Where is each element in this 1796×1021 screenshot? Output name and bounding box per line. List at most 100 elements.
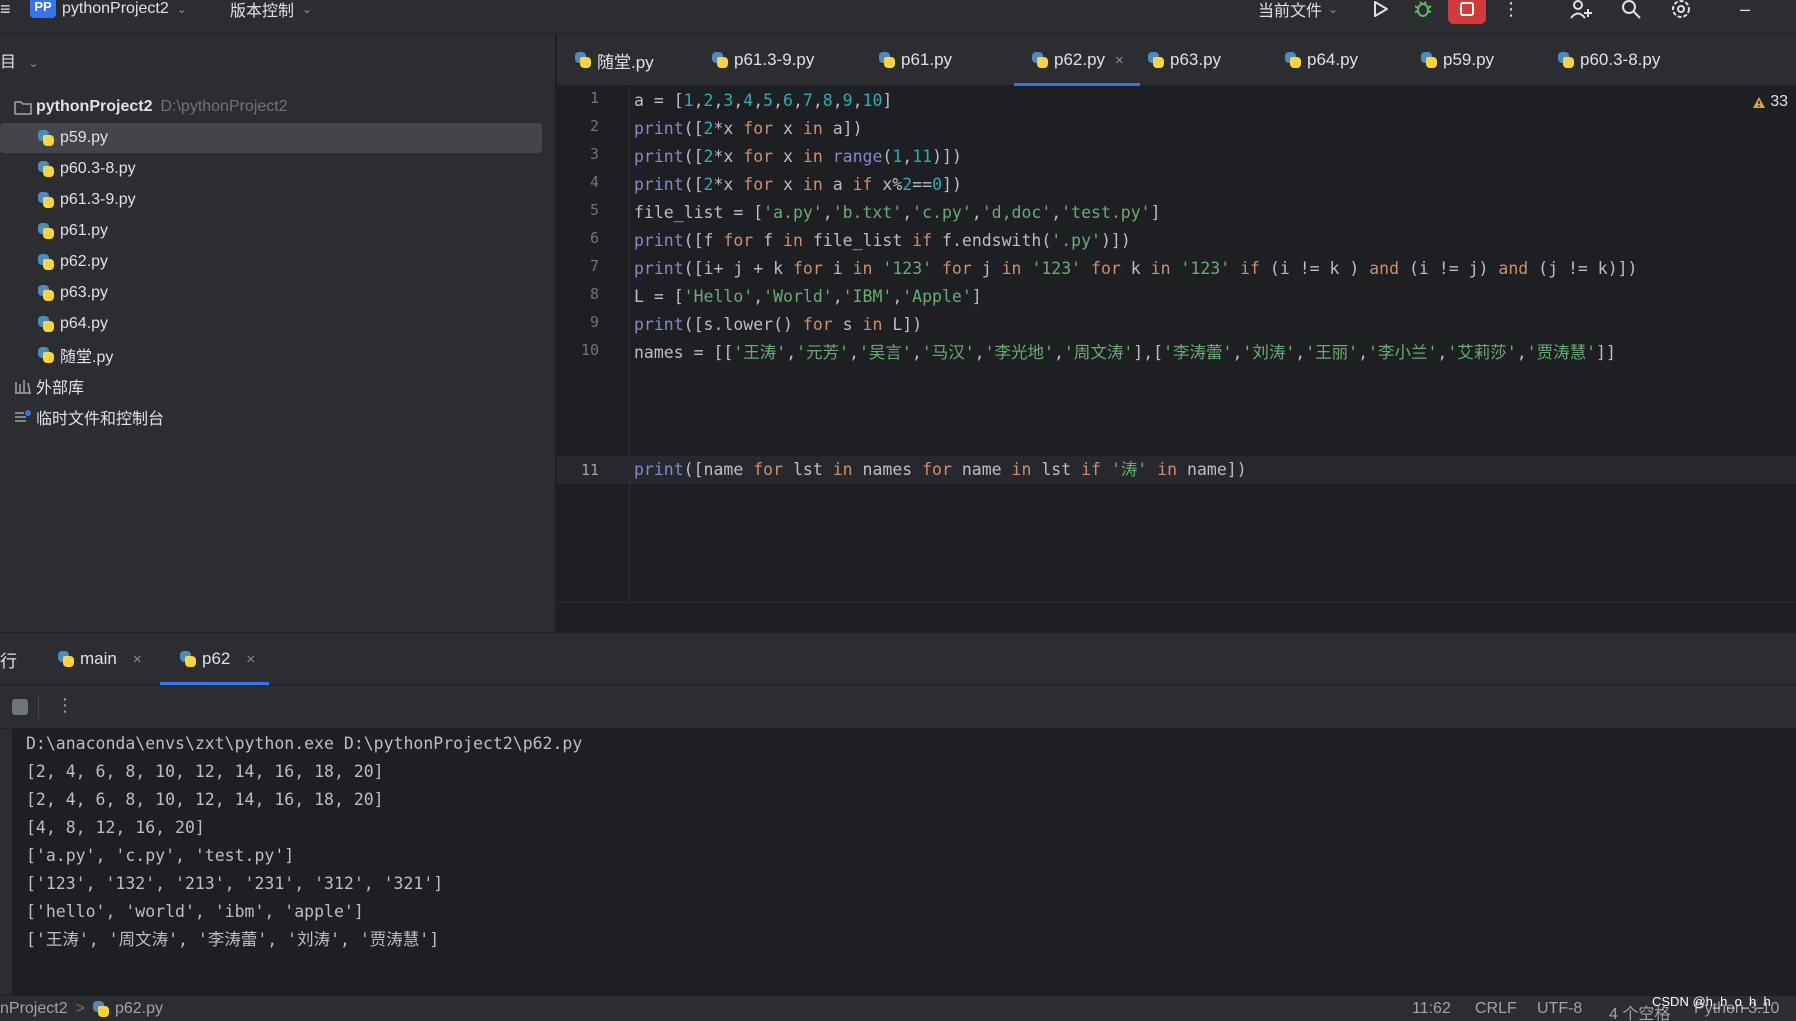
add-user-icon: [1570, 0, 1592, 19]
file-name: p61.py: [60, 222, 109, 239]
run-tab[interactable]: main ×: [58, 633, 142, 685]
line-number: 1: [589, 89, 599, 107]
console-line: ['a.py', 'c.py', 'test.py']: [26, 846, 295, 865]
project-badge[interactable]: PP: [30, 0, 56, 18]
chevron-down-icon: ⌄: [176, 2, 187, 16]
code-line[interactable]: print([s.lower() for s in L]): [634, 311, 922, 339]
file-name: 随堂.py: [60, 349, 114, 366]
stop-process-icon[interactable]: [12, 699, 28, 715]
code-line[interactable]: names = [['王涛','元芳','吴言','马汉','李光地','周文涛…: [634, 339, 1616, 367]
run-tab-active[interactable]: p62 ×: [159, 633, 270, 685]
tree-file-item[interactable]: p64.py: [0, 309, 542, 339]
more-options-icon[interactable]: ⋮: [1496, 0, 1526, 24]
code-editor[interactable]: 1 2 3 4 5 6 7 8 9 10 11 a = [1,2,3,4,5,6…: [557, 87, 1796, 632]
close-tab-icon[interactable]: ×: [1115, 52, 1124, 69]
code-line[interactable]: print([2*x for x in a if x%2==0]): [634, 171, 962, 199]
project-panel-header[interactable]: 目 ⌄: [0, 48, 39, 71]
code-line[interactable]: print([f for f in file_list if f.endswit…: [634, 227, 1131, 255]
line-number: 10: [580, 341, 599, 359]
file-name: p61.3-9.py: [60, 191, 136, 208]
code-line[interactable]: print([i+ j + k for i in '123' for j in …: [634, 255, 1638, 283]
python-run-icon: [180, 651, 196, 667]
breadcrumb-separator: >: [75, 1000, 85, 1017]
inspection-widget[interactable]: 33: [1752, 93, 1788, 111]
stop-button[interactable]: [1448, 0, 1486, 24]
minimize-icon[interactable]: –: [1730, 0, 1760, 24]
project-switcher[interactable]: pythonProject2 ⌄: [62, 0, 187, 18]
caret-position[interactable]: 11:62: [1412, 1000, 1451, 1018]
console-line: [2, 4, 6, 8, 10, 12, 14, 16, 18, 20]: [26, 762, 384, 781]
scratches-label: 临时文件和控制台: [36, 411, 165, 428]
editor-tab-label: p61.3-9.py: [734, 50, 815, 69]
line-number: 2: [589, 117, 599, 135]
python-file-icon: [38, 316, 54, 332]
tree-file-item[interactable]: p63.py: [0, 278, 542, 308]
editor-tab[interactable]: 随堂.py: [575, 34, 654, 86]
gear-icon: [1672, 0, 1690, 18]
run-toolbar: ⋮: [0, 685, 1796, 729]
editor-tab[interactable]: p61.py: [879, 34, 952, 86]
python-file-icon: [38, 285, 54, 301]
tree-file-item[interactable]: 随堂.py: [0, 340, 542, 370]
vcs-menu[interactable]: 版本控制 ⌄: [230, 0, 312, 20]
code-line[interactable]: a = [1,2,3,4,5,6,7,8,9,10]: [634, 87, 892, 115]
console-output[interactable]: D:\anaconda\envs\zxt\python.exe D:\pytho…: [12, 729, 1796, 996]
tree-file-item[interactable]: p60.3-8.py: [0, 154, 542, 184]
breadcrumb-project[interactable]: nProject2: [0, 1000, 68, 1018]
python-file-icon: [575, 52, 591, 68]
search-button[interactable]: [1616, 0, 1646, 24]
python-run-icon: [58, 651, 74, 667]
project-root-path: D:\pythonProject2: [160, 98, 288, 115]
vcs-label: 版本控制: [230, 3, 295, 20]
line-number: 8: [589, 285, 599, 303]
file-encoding[interactable]: UTF-8: [1537, 1000, 1582, 1018]
console-line: ['王涛', '周文涛', '李涛蕾', '刘涛', '贾涛慧']: [26, 930, 440, 949]
run-tab-label: main: [80, 649, 117, 668]
editor-tab-active[interactable]: p62.py ×: [1014, 34, 1140, 86]
run-icon: [1374, 1, 1388, 17]
editor-tab[interactable]: p60.3-8.py: [1558, 34, 1660, 86]
editor-tab-label: p60.3-8.py: [1580, 50, 1661, 69]
tree-root-project[interactable]: pythonProject2 D:\pythonProject2: [0, 92, 542, 122]
run-button[interactable]: [1365, 0, 1395, 24]
warning-count: 33: [1770, 93, 1788, 110]
editor-tab-label: p63.py: [1170, 50, 1222, 69]
run-config-label: 当前文件: [1258, 3, 1323, 20]
tree-scratches[interactable]: 临时文件和控制台: [0, 402, 542, 432]
search-icon: [1622, 0, 1641, 19]
code-line[interactable]: L = ['Hello','World','IBM','Apple']: [634, 283, 982, 311]
editor-tab[interactable]: p59.py: [1421, 34, 1494, 86]
editor-tab[interactable]: p61.3-9.py: [712, 34, 814, 86]
editor-tab[interactable]: p64.py: [1285, 34, 1358, 86]
line-number: 6: [589, 229, 599, 247]
breadcrumb-file[interactable]: p62.py: [115, 1000, 163, 1018]
main-menu-icon[interactable]: ≡: [0, 0, 11, 19]
tree-file-item[interactable]: p59.py: [0, 123, 542, 153]
python-file-icon: [38, 192, 54, 208]
close-tab-icon[interactable]: ×: [133, 651, 142, 668]
line-number: 4: [589, 173, 599, 191]
more-options-icon[interactable]: ⋮: [56, 695, 74, 716]
bug-icon: [1414, 1, 1432, 17]
settings-button[interactable]: [1666, 0, 1696, 24]
tree-external-libraries[interactable]: 外部库: [0, 371, 542, 401]
line-number: 9: [589, 313, 599, 331]
external-libraries-label: 外部库: [36, 380, 85, 397]
folder-icon: [14, 101, 32, 115]
tree-file-item[interactable]: p61.3-9.py: [0, 185, 542, 215]
line-ending[interactable]: CRLF: [1475, 1000, 1517, 1018]
code-line[interactable]: print([2*x for x in a]): [634, 115, 863, 143]
editor-tab[interactable]: p63.py: [1148, 34, 1221, 86]
debug-button[interactable]: [1408, 0, 1438, 24]
tree-file-item[interactable]: p62.py: [0, 247, 542, 277]
close-tab-icon[interactable]: ×: [246, 651, 255, 668]
code-line[interactable]: file_list = ['a.py','b.txt','c.py','d,do…: [634, 199, 1161, 227]
add-user-button[interactable]: [1566, 0, 1596, 24]
tree-file-item[interactable]: p61.py: [0, 216, 542, 246]
watermark: CSDN @h_h_o_h_h: [1652, 994, 1771, 1009]
code-line-current[interactable]: print([name for lst in names for name in…: [634, 456, 1247, 484]
editor-tab-label: p59.py: [1443, 50, 1495, 69]
code-line[interactable]: print([2*x for x in range(1,11)]): [634, 143, 962, 171]
run-config-selector[interactable]: 当前文件 ⌄: [1258, 0, 1338, 20]
run-tab-bar: 行 main × p62 ×: [0, 633, 1796, 685]
